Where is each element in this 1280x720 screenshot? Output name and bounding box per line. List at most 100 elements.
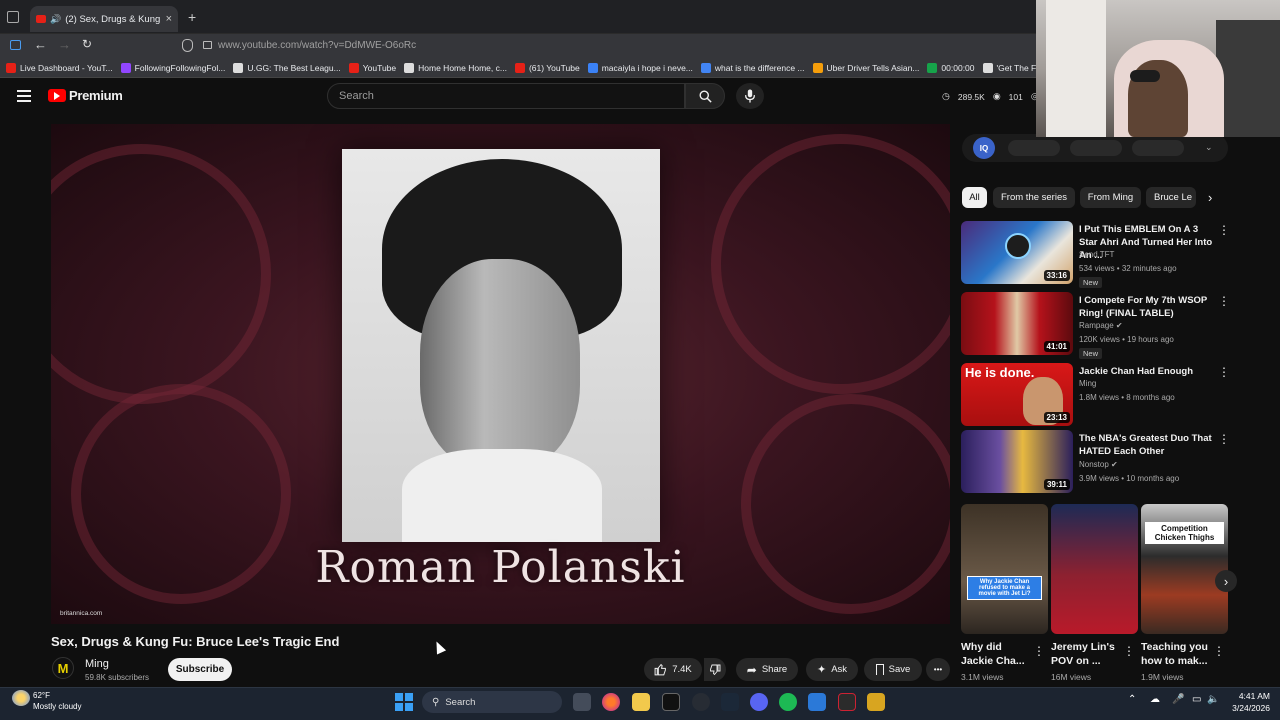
obs-icon[interactable] [692,693,710,711]
more-options-icon[interactable]: ⋮ [1123,644,1135,658]
chip-bruce-lee[interactable]: Bruce Le [1146,187,1196,208]
bookmark-item[interactable]: Live Dashboard - YouT... [6,62,113,73]
blurred-pill-2[interactable] [1070,140,1122,156]
recommendation-item[interactable]: He is done. 23:13 Jackie Chan Had Enough… [961,363,1231,427]
video-thumbnail[interactable]: 39:11 [961,430,1073,493]
emblem-icon [1005,233,1031,259]
recommendation-channel[interactable]: Ming [1079,379,1096,388]
short-title[interactable]: Why did Jackie Cha... [961,640,1033,668]
blurred-pill-3[interactable] [1132,140,1184,156]
speaker-icon[interactable]: 🔊 [50,14,61,25]
short-thumbnail[interactable]: Why Jackie Chan refused to make a movie … [961,504,1048,634]
chip-from-ming[interactable]: From Ming [1080,187,1141,208]
video-thumbnail[interactable]: 33:16 [961,221,1073,284]
bookmark-item[interactable]: U.GG: The Best Leagu... [233,62,341,73]
duration-badge: 41:01 [1043,341,1070,352]
video-thumbnail[interactable]: 41:01 [961,292,1073,355]
chip-from-the-series[interactable]: From the series [993,187,1075,208]
weather-icon[interactable] [12,690,30,706]
edge-icon[interactable] [808,693,826,711]
reload-icon[interactable]: ↻ [82,37,92,51]
recommendation-channel[interactable]: Rampage ✔ [1079,321,1123,330]
weather-widget[interactable]: 62°F Mostly cloudy [33,690,81,712]
bookmark-item[interactable]: Uber Driver Tells Asian... [812,62,919,73]
recommendation-channel[interactable]: Send TFT [1079,250,1114,259]
x-app-icon[interactable] [662,693,680,711]
bookmark-item[interactable]: YouTube [348,62,396,73]
shorts-next-arrow-icon[interactable]: › [1215,570,1237,592]
app-icon-n[interactable] [838,693,856,711]
mic-tray-icon[interactable]: 🎤 [1172,694,1184,705]
recommendation-item[interactable]: 33:16 I Put This EMBLEM On A 3 Star Ahri… [961,221,1231,288]
search-button[interactable] [685,83,725,109]
task-view-icon[interactable] [573,693,591,711]
spotify-icon[interactable] [779,693,797,711]
new-tab-button[interactable]: + [188,9,196,25]
chips-next-arrow-icon[interactable]: › [1208,190,1212,205]
subscribe-button[interactable]: Subscribe [168,658,232,681]
blurred-pill-1[interactable] [1008,140,1060,156]
show-hidden-icons-chevron-icon[interactable]: ⌃ [1128,694,1136,705]
youtube-premium-logo[interactable]: Premium [48,88,123,103]
more-options-icon[interactable]: ⋮ [1217,224,1231,236]
bookmark-item[interactable]: FollowingFollowingFol... [120,62,225,73]
tracking-shield-icon[interactable] [182,39,193,52]
forward-arrow-icon[interactable]: → [58,37,71,52]
steam-icon[interactable] [721,693,739,711]
recommendation-item[interactable]: 41:01 I Compete For My 7th WSOP Ring! (F… [961,292,1231,359]
bookmark-item[interactable]: Home Home Home, c... [404,62,507,73]
recommendation-item[interactable]: 39:11 The NBA's Greatest Duo That HATED … [961,430,1231,494]
bookmark-item[interactable]: what is the difference ... [700,62,805,73]
logo-text: Premium [69,88,123,103]
firefox-icon[interactable] [602,693,620,711]
search-input[interactable]: Search [327,83,685,109]
taskbar-clock[interactable]: 4:41 AM 3/24/2026 [1212,690,1270,714]
url-field[interactable]: www.youtube.com/watch?v=DdMWE-O6oRc [218,40,416,51]
tab-actions-icon[interactable] [7,11,19,23]
app-icon-w[interactable] [867,693,885,711]
recommendation-title[interactable]: Jackie Chan Had Enough [1079,365,1213,378]
discord-icon[interactable] [750,693,768,711]
save-button[interactable]: Save [864,658,922,681]
short-thumbnail[interactable] [1051,504,1138,634]
taskbar-search-box[interactable]: ⚲ Search [422,691,562,713]
short-title[interactable]: Jeremy Lin's POV on ... [1051,640,1123,668]
cloud-icon[interactable]: ☁ [1150,694,1160,705]
short-title[interactable]: Teaching you how to mak... [1141,640,1213,668]
bookmark-item[interactable]: 00:00:00 [927,62,975,73]
browser-tab[interactable]: 🔊 (2) Sex, Drugs & Kung Fu: B × [30,6,178,32]
like-button[interactable]: 7.4K [644,658,702,681]
back-arrow-icon[interactable]: ← [34,37,47,52]
dislike-button[interactable] [704,658,726,681]
recommendation-title[interactable]: The NBA's Greatest Duo That HATED Each O… [1079,432,1213,458]
windows-start-icon[interactable] [395,693,413,711]
bookmark-item[interactable]: (61) YouTube [514,62,580,73]
channel-name[interactable]: Ming [85,658,109,670]
workspaces-icon[interactable] [10,40,21,50]
ask-button[interactable]: ✦ Ask [806,658,858,681]
file-explorer-icon[interactable] [632,693,650,711]
display-icon[interactable]: ▭ [1192,694,1201,705]
channel-avatar[interactable]: M [52,657,74,679]
more-actions-button[interactable]: ••• [926,658,950,681]
lock-icon[interactable] [203,41,212,49]
short-thumbnail[interactable]: Competition Chicken Thighs [1141,504,1228,634]
voice-search-button[interactable] [736,83,764,109]
more-options-icon[interactable]: ⋮ [1213,644,1225,658]
more-options-icon[interactable]: ⋮ [1217,366,1231,378]
recommendation-channel[interactable]: Nonstop ✔ [1079,460,1118,469]
share-button[interactable]: ➦ Share [736,658,798,681]
recommendation-title[interactable]: I Compete For My 7th WSOP Ring! (FINAL T… [1079,294,1213,320]
short-overlay-text: Why Jackie Chan refused to make a movie … [967,576,1042,600]
hamburger-menu-icon[interactable] [17,90,31,102]
video-player[interactable]: Roman Polanski britannica.com [51,124,950,624]
bookmark-item[interactable]: macaiyla i hope i neve... [587,62,693,73]
chip-all[interactable]: All [962,187,987,208]
iq-logo-icon[interactable]: IQ [973,137,995,159]
more-options-icon[interactable]: ⋮ [1217,433,1231,445]
chevron-down-icon[interactable]: ⌄ [1205,142,1213,153]
video-thumbnail[interactable]: He is done. 23:13 [961,363,1073,426]
close-tab-icon[interactable]: × [166,13,172,25]
more-options-icon[interactable]: ⋮ [1033,644,1045,658]
more-options-icon[interactable]: ⋮ [1217,295,1231,307]
